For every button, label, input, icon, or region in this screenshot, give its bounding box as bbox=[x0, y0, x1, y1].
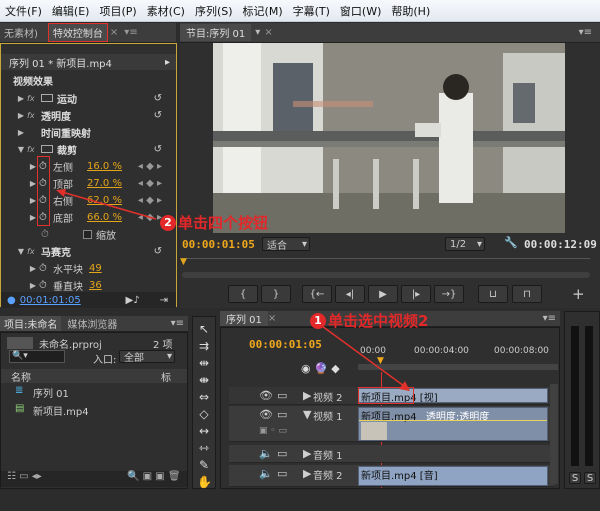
annotation-number: 2 bbox=[160, 214, 176, 231]
annotation-text: 单击四个按钮 bbox=[178, 214, 269, 232]
annotation-arrows bbox=[56, 189, 410, 391]
annotation-text: 单击选中视频2 bbox=[328, 312, 429, 330]
annotation-two: 2 单击四个按钮 bbox=[160, 212, 268, 233]
annotation-one: 1 单击选中视频2 bbox=[310, 310, 428, 331]
annotation-number: 1 bbox=[310, 312, 326, 329]
